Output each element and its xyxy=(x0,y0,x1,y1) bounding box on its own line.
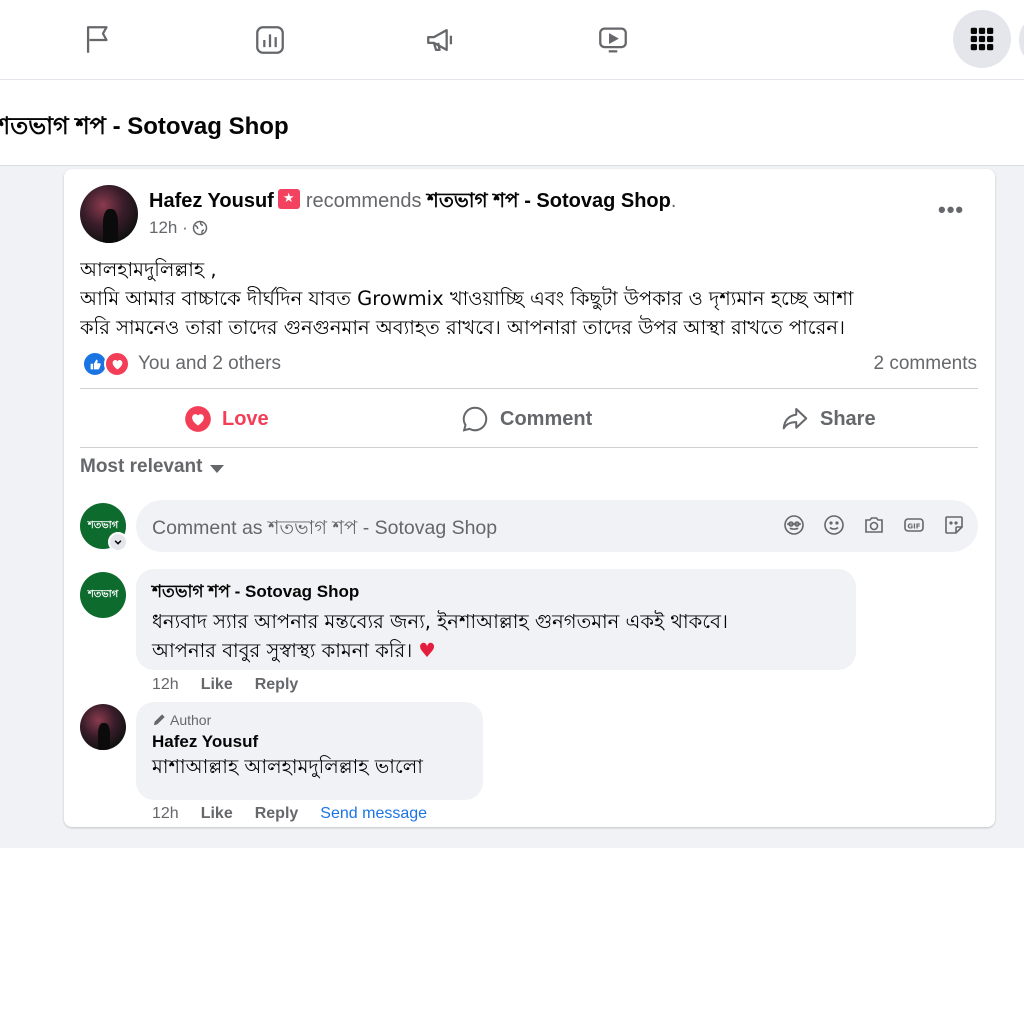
post-body-line: করি সামনেও তারা তাদের গুনগুনমান অব্যাহত … xyxy=(80,316,845,339)
post-body: আলহামদুলিল্লাহ , আমি আমার বাচ্চাকে দীর্ঘ… xyxy=(80,255,980,342)
comment-input[interactable]: Comment as শতভাগ শপ - Sotovag Shop GIF xyxy=(136,500,978,552)
love-label: Love xyxy=(222,407,269,430)
divider xyxy=(80,447,978,448)
comment-like-button[interactable]: Like xyxy=(201,805,233,823)
avatar-sticker-icon[interactable] xyxy=(782,513,806,537)
comment-author[interactable]: শতভাগ শপ - Sotovag Shop xyxy=(152,579,840,607)
comment-author[interactable]: Hafez Yousuf xyxy=(152,732,467,752)
love-reaction-icon xyxy=(104,351,130,377)
comment-time[interactable]: 12h xyxy=(152,805,179,823)
post-timestamp[interactable]: 12h · xyxy=(149,218,188,238)
comment-reply-button[interactable]: Reply xyxy=(255,805,299,823)
page-header: শতভাগ শপ - Sotovag Shop xyxy=(0,80,1024,166)
comment-like-button[interactable]: Like xyxy=(201,676,233,694)
gif-icon[interactable]: GIF xyxy=(902,513,926,537)
svg-text:GIF: GIF xyxy=(907,522,920,530)
sort-label: Most relevant xyxy=(80,456,203,477)
comment-icon xyxy=(462,406,488,432)
share-button[interactable]: Share xyxy=(780,403,876,435)
menu-grid-icon[interactable] xyxy=(953,10,1011,68)
comment-text-line: ধন্যবাদ স্যার আপনার মন্তব্যের জন্য, ইনশা… xyxy=(152,610,728,633)
share-label: Share xyxy=(820,407,876,430)
comment-actions: 12h Like Reply xyxy=(152,676,298,694)
comment-text-line: মাশাআল্লাহ আলহামদুলিল্লাহ ভালো xyxy=(152,755,423,778)
video-icon[interactable] xyxy=(593,20,633,60)
top-navigation xyxy=(0,0,1024,80)
sticker-icon[interactable] xyxy=(942,513,966,537)
send-message-link[interactable]: Send message xyxy=(320,805,427,823)
comment-text: আপনার বাবুর সুস্বাস্থ্য কামনা করি। xyxy=(152,639,413,662)
switch-profile-chevron-icon[interactable] xyxy=(108,532,128,552)
caret-down-icon xyxy=(210,464,225,473)
author-line-period: . xyxy=(670,190,677,212)
author-tag: Author xyxy=(152,712,467,728)
share-icon xyxy=(782,408,808,430)
flag-icon[interactable] xyxy=(78,20,118,60)
camera-icon[interactable] xyxy=(862,513,886,537)
pencil-icon xyxy=(153,714,165,726)
comment-text-line: আপনার বাবুর সুস্বাস্থ্য কামনা করি। ♥ xyxy=(152,636,840,665)
page-avatar-label: শতভাগ xyxy=(87,588,119,600)
post-author-name[interactable]: Hafez Yousuf xyxy=(149,190,274,212)
comment-button[interactable]: Comment xyxy=(460,403,592,435)
love-button[interactable]: Love xyxy=(184,403,269,435)
divider xyxy=(80,388,978,389)
comment-avatar[interactable]: শতভাগ xyxy=(80,572,126,618)
comment-bubble: শতভাগ শপ - Sotovag Shop ধন্যবাদ স্যার আপ… xyxy=(136,569,856,670)
comment-input-placeholder: Comment as শতভাগ শপ - Sotovag Shop xyxy=(152,517,498,539)
recommended-page-name[interactable]: শতভাগ শপ - Sotovag Shop xyxy=(427,190,671,212)
comment-sort-dropdown[interactable]: Most relevant xyxy=(80,456,225,478)
page-title[interactable]: শতভাগ শপ - Sotovag Shop xyxy=(0,108,289,148)
heart-emoji: ♥ xyxy=(418,639,436,662)
composer-tools: GIF xyxy=(782,513,966,537)
reactions-summary[interactable]: You and 2 others xyxy=(82,351,281,377)
comment-actions: 12h Like Reply Send message xyxy=(152,805,427,823)
author-tag-label: Author xyxy=(170,712,212,728)
analytics-icon[interactable] xyxy=(250,20,290,60)
recommend-badge-icon xyxy=(277,189,300,209)
comment-time[interactable]: 12h xyxy=(152,676,179,694)
account-button-edge[interactable] xyxy=(1019,22,1024,58)
emoji-icon[interactable] xyxy=(822,513,846,537)
post-card: Hafez Yousuf recommends শতভাগ শপ - Sotova… xyxy=(64,169,995,827)
globe-icon xyxy=(192,220,207,236)
comment-reply-button[interactable]: Reply xyxy=(255,676,299,694)
post-body-line: আমি আমার বাচ্চাকে দীর্ঘদিন যাবত Growmix … xyxy=(80,287,854,310)
comments-count[interactable]: 2 comments xyxy=(874,353,977,375)
post-body-line: আলহামদুলিল্লাহ , xyxy=(80,258,217,281)
comment-avatar[interactable] xyxy=(80,704,126,750)
post-author-line: Hafez Yousuf recommends শতভাগ শপ - Sotova… xyxy=(149,186,676,219)
post-time: 12h · xyxy=(149,218,208,238)
comment-label: Comment xyxy=(500,407,593,430)
love-icon xyxy=(185,406,211,432)
post-options-button[interactable]: ••• xyxy=(938,197,964,223)
recommends-text: recommends xyxy=(305,190,422,212)
reactions-text[interactable]: You and 2 others xyxy=(138,353,281,375)
comment-bubble: Author Hafez Yousuf মাশাআল্লাহ আলহামদুলি… xyxy=(136,702,483,800)
megaphone-icon[interactable] xyxy=(421,20,461,60)
author-avatar[interactable] xyxy=(80,185,138,243)
